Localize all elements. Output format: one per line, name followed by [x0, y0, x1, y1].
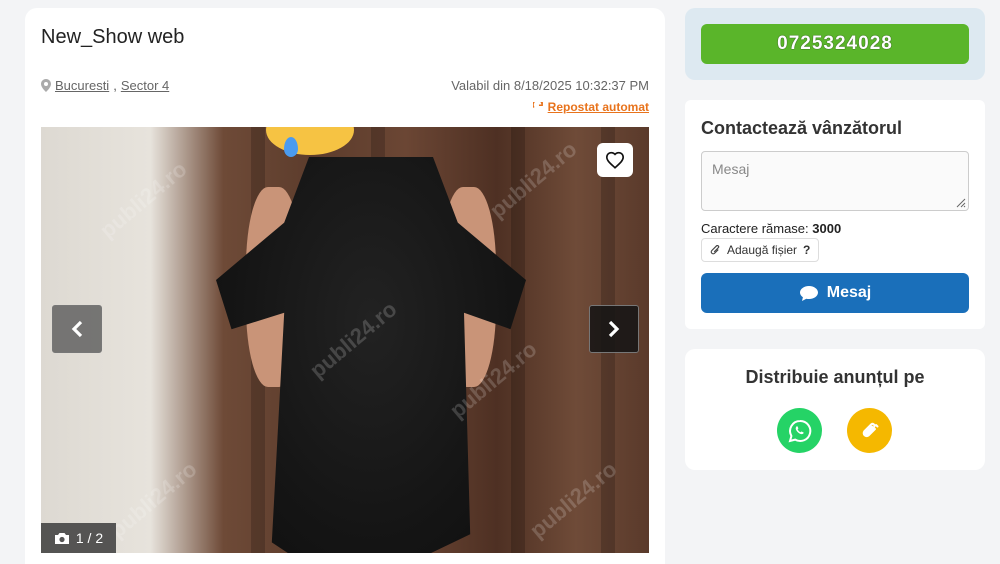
watermark: publi24.ro — [94, 156, 192, 243]
listing-title: New_Show web — [41, 26, 185, 48]
photo-counter-text: 1 / 2 — [75, 530, 104, 546]
valid-date: Valabil din 8/18/2025 10:32:37 PM — [451, 78, 649, 93]
resize-handle-icon[interactable] — [956, 198, 966, 208]
repost-label: Repostat automat — [547, 100, 649, 114]
listing-location: Bucuresti, Sector 4 — [41, 78, 169, 93]
photo-counter: 1 / 2 — [41, 523, 116, 553]
map-pin-icon — [41, 79, 51, 92]
paperclip-icon — [710, 244, 720, 254]
watermark: publi24.ro — [104, 456, 202, 543]
chat-bubble-icon — [799, 285, 818, 301]
send-message-button[interactable]: Mesaj — [701, 273, 969, 313]
share-title: Distribuie anunțul pe — [745, 367, 925, 387]
heart-icon — [605, 151, 625, 169]
share-whatsapp-button[interactable] — [777, 408, 822, 453]
contact-card: Contactează vânzătorul Mesaj Caractere r… — [685, 100, 985, 329]
link-icon — [862, 422, 878, 437]
chars-remaining-value: 3000 — [812, 221, 842, 236]
attach-file-label: Adaugă fișier — [727, 243, 798, 257]
location-sector-link[interactable]: Sector 4 — [121, 78, 169, 93]
phone-button[interactable]: 0725324028 — [701, 24, 969, 64]
chevron-right-icon — [608, 320, 620, 338]
message-textarea[interactable]: Mesaj — [701, 151, 969, 211]
phone-card: 0725324028 — [685, 8, 985, 80]
emoji-sticker — [266, 127, 354, 155]
send-message-label: Mesaj — [826, 284, 872, 301]
favorite-button[interactable] — [597, 143, 633, 177]
attach-file-button[interactable]: Adaugă fișier ? — [701, 238, 820, 262]
location-separator: , — [113, 78, 117, 93]
listing-photo[interactable]: publi24.ro publi24.ro publi24.ro publi24… — [41, 127, 649, 553]
share-copy-link-button[interactable] — [847, 408, 892, 453]
chars-remaining: Caractere rămase: 3000 — [701, 221, 841, 236]
prev-photo-button[interactable] — [52, 305, 102, 353]
message-placeholder: Mesaj — [712, 161, 750, 177]
attach-help-icon[interactable]: ? — [803, 243, 810, 257]
refresh-icon — [532, 101, 543, 108]
next-photo-button[interactable] — [589, 305, 639, 353]
chars-remaining-label: Caractere rămase: — [701, 221, 809, 236]
whatsapp-icon — [788, 419, 811, 442]
listing-card: New_Show web Bucuresti, Sector 4 Valabil… — [25, 8, 665, 564]
repost-status[interactable]: Repostat automat — [532, 100, 649, 114]
contact-title: Contactează vânzătorul — [701, 118, 903, 138]
location-city-link[interactable]: Bucuresti — [55, 78, 109, 93]
share-card: Distribuie anunțul pe — [685, 349, 985, 470]
chevron-left-icon — [71, 320, 83, 338]
watermark: publi24.ro — [484, 136, 582, 223]
camera-icon — [54, 532, 69, 544]
